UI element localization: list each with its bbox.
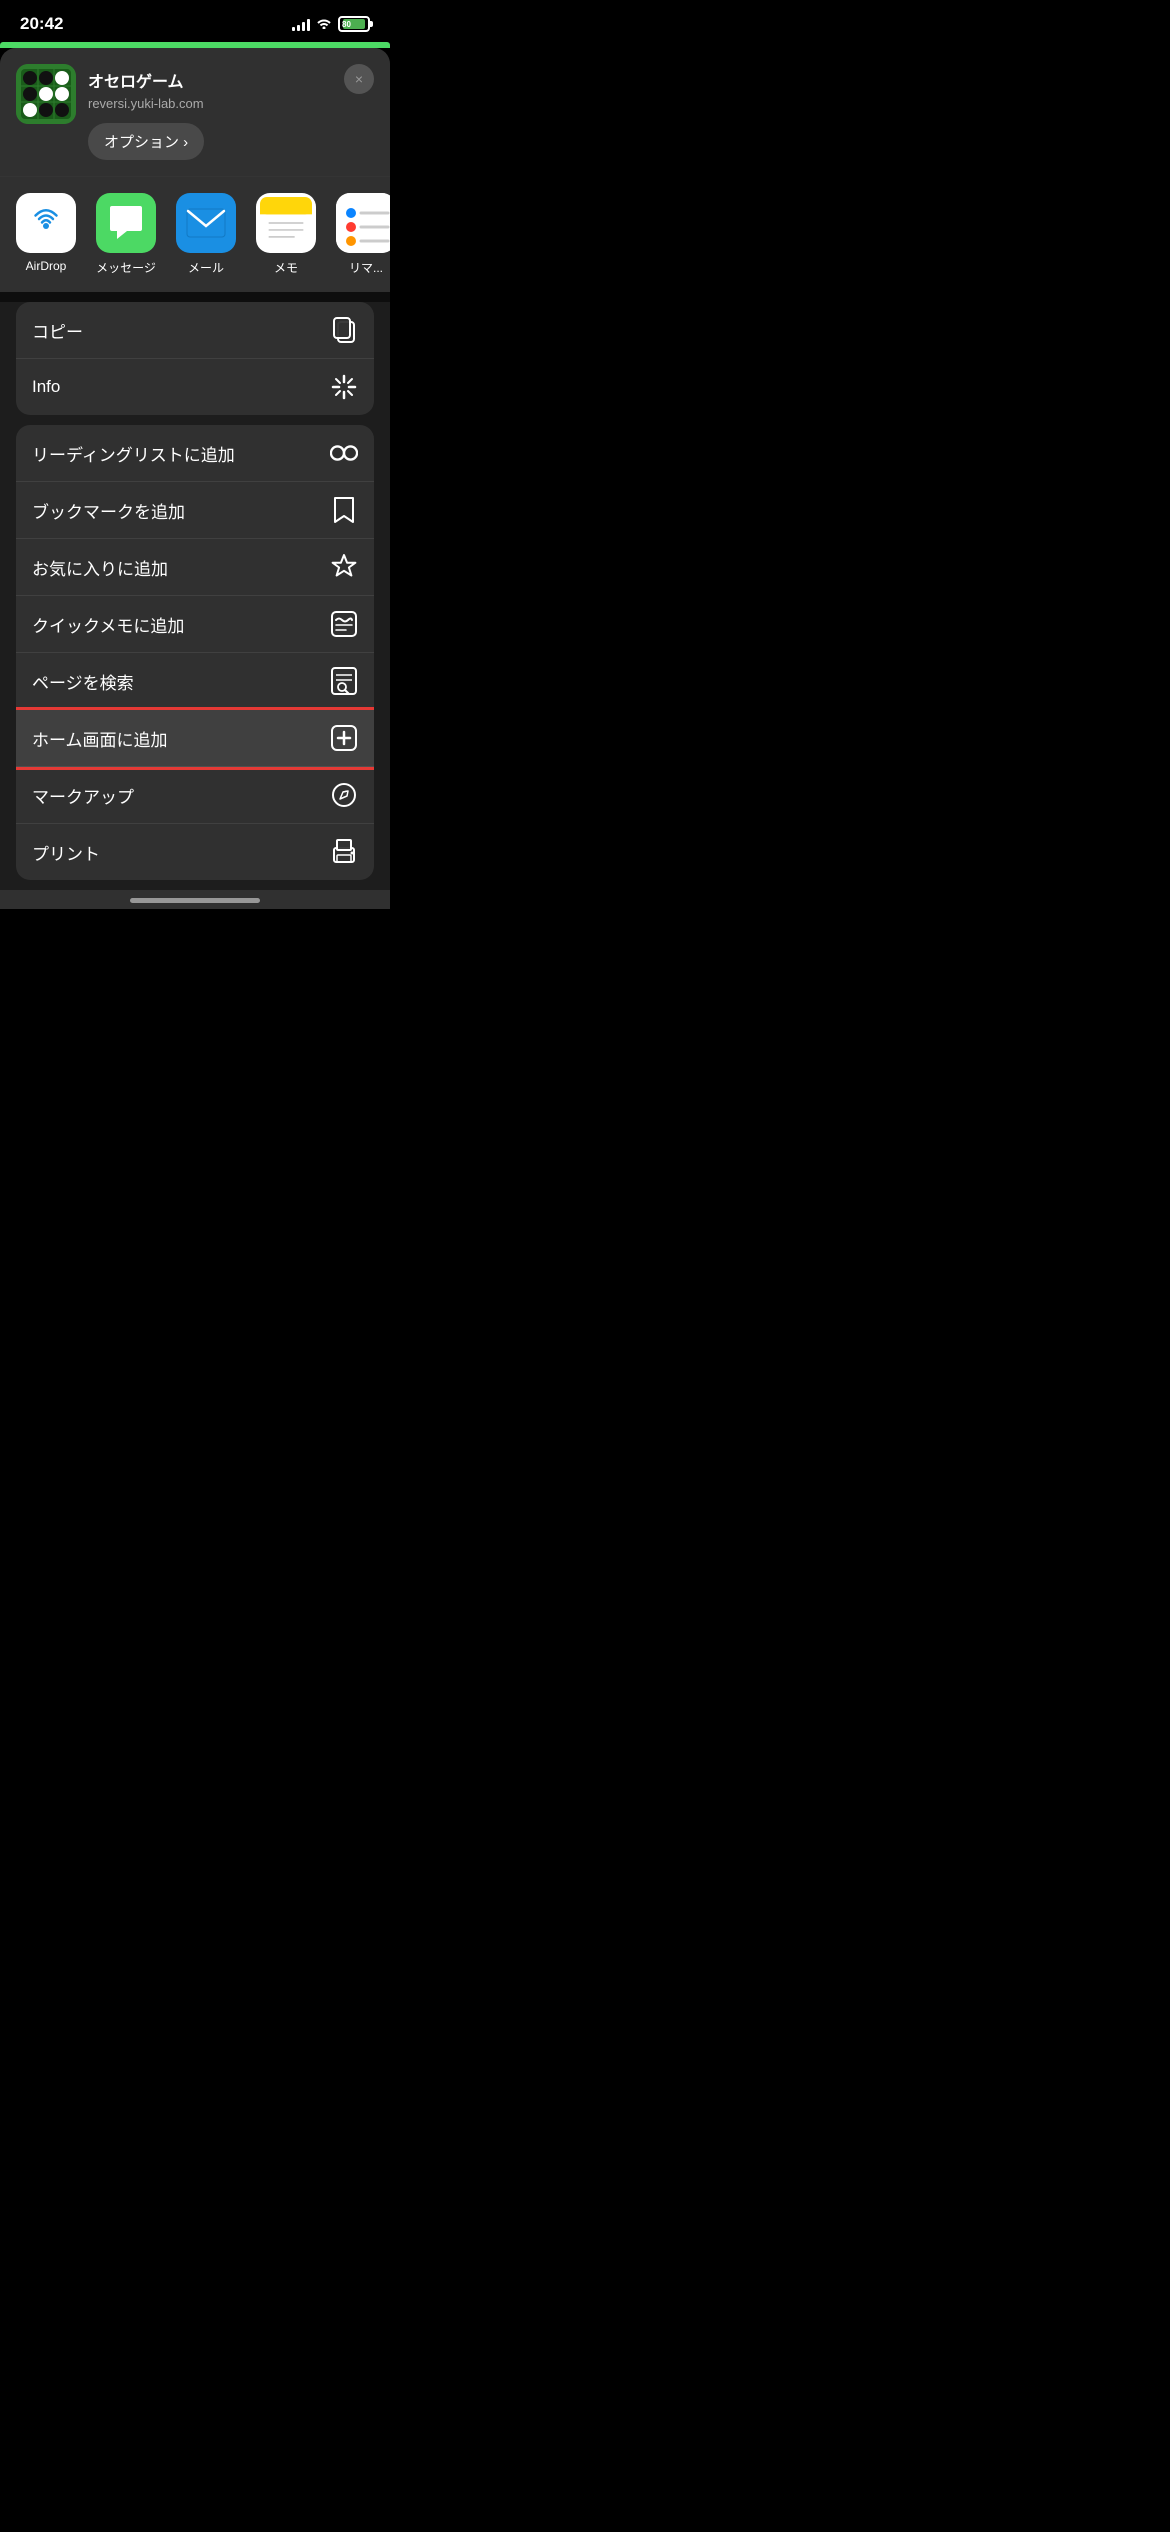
menu-group-1: コピー Info <box>16 302 374 415</box>
reading-list-icon <box>330 439 358 467</box>
mail-label: メール <box>188 259 224 276</box>
quick-note-icon <box>330 610 358 638</box>
signal-icon <box>292 18 310 31</box>
app-row-container[interactable]: AirDrop メッセージ <box>0 177 390 292</box>
print-label: プリント <box>32 840 100 865</box>
markup-item[interactable]: マークアップ <box>16 767 374 824</box>
find-page-label: ページを検索 <box>32 669 134 694</box>
close-button[interactable]: × <box>344 64 374 94</box>
app-item-messages[interactable]: メッセージ <box>96 193 156 276</box>
add-home-label: ホーム画面に追加 <box>32 726 168 751</box>
section-gap-1 <box>0 292 390 302</box>
reminders-icon <box>336 193 390 253</box>
reading-list-label: リーディングリストに追加 <box>32 441 235 466</box>
messages-icon <box>96 193 156 253</box>
app-item-mail[interactable]: メール <box>176 193 236 276</box>
share-sheet: オセロゲーム reversi.yuki-lab.com オプション › × <box>0 48 390 909</box>
print-item[interactable]: プリント <box>16 824 374 880</box>
app-row: AirDrop メッセージ <box>16 193 374 276</box>
options-button[interactable]: オプション › <box>88 123 204 160</box>
copy-label: コピー <box>32 318 83 343</box>
markup-icon <box>330 781 358 809</box>
bookmark-label: ブックマークを追加 <box>32 498 185 523</box>
info-label: Info <box>32 377 60 397</box>
info-icon <box>330 373 358 401</box>
favorites-item[interactable]: お気に入りに追加 <box>16 539 374 596</box>
notes-icon <box>256 193 316 253</box>
menu-group-2: リーディングリストに追加 ブックマークを追加 お気に入りに追加 <box>16 425 374 880</box>
airdrop-label: AirDrop <box>26 259 67 273</box>
app-item-reminders[interactable]: リマ... <box>336 193 390 276</box>
quick-note-item[interactable]: クイックメモに追加 <box>16 596 374 653</box>
site-info: オセロゲーム reversi.yuki-lab.com オプション › <box>88 64 204 160</box>
messages-label: メッセージ <box>96 259 156 276</box>
find-page-icon <box>330 667 358 695</box>
find-page-item[interactable]: ページを検索 <box>16 653 374 710</box>
quick-note-label: クイックメモに追加 <box>32 612 184 637</box>
home-indicator-area <box>0 890 390 909</box>
site-url: reversi.yuki-lab.com <box>88 96 204 111</box>
reading-list-item[interactable]: リーディングリストに追加 <box>16 425 374 482</box>
status-bar: 20:42 80 <box>0 0 390 42</box>
share-header: オセロゲーム reversi.yuki-lab.com オプション › × <box>0 48 390 176</box>
app-item-notes[interactable]: メモ <box>256 193 316 276</box>
app-item-airdrop[interactable]: AirDrop <box>16 193 76 273</box>
favorites-label: お気に入りに追加 <box>32 555 168 580</box>
home-bar <box>130 898 260 903</box>
add-home-item[interactable]: ホーム画面に追加 <box>16 710 374 767</box>
markup-label: マークアップ <box>32 783 134 808</box>
status-time: 20:42 <box>20 14 63 34</box>
bookmark-item[interactable]: ブックマークを追加 <box>16 482 374 539</box>
status-icons: 80 <box>292 16 370 32</box>
copy-item[interactable]: コピー <box>16 302 374 359</box>
notes-label: メモ <box>274 259 298 276</box>
battery-icon: 80 <box>338 16 370 32</box>
add-home-icon <box>330 724 358 752</box>
print-icon <box>330 838 358 866</box>
site-icon <box>16 64 76 124</box>
share-header-left: オセロゲーム reversi.yuki-lab.com オプション › <box>16 64 204 160</box>
favorites-icon <box>330 553 358 581</box>
copy-icon <box>330 316 358 344</box>
reminders-label: リマ... <box>349 259 383 276</box>
mail-icon <box>176 193 236 253</box>
bookmark-icon <box>330 496 358 524</box>
site-title: オセロゲーム <box>88 68 204 92</box>
airdrop-icon <box>16 193 76 253</box>
info-item[interactable]: Info <box>16 359 374 415</box>
wifi-icon <box>316 16 332 32</box>
